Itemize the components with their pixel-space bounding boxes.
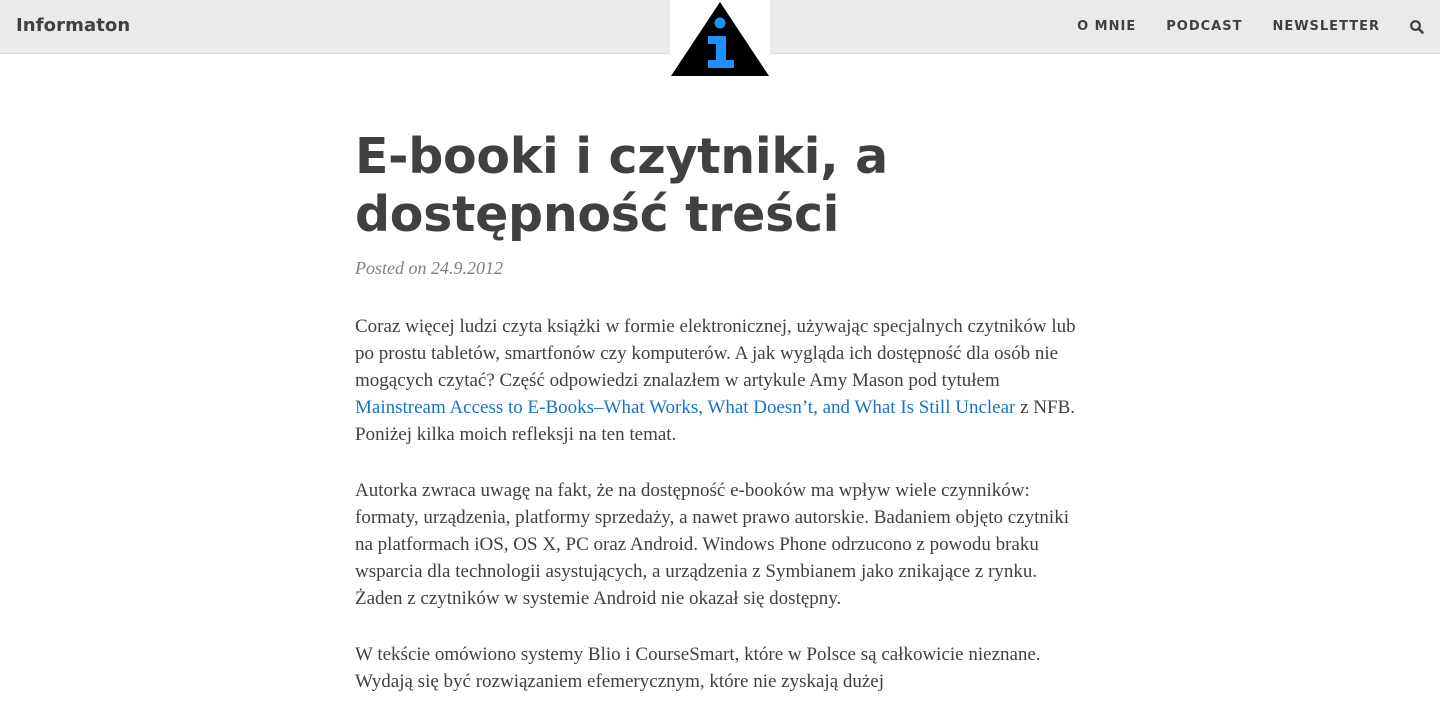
brand-link[interactable]: Informaton [16,15,130,36]
nav-links: O MNIE PODCAST NEWSLETTER [1047,19,1380,34]
nav-link-podcast[interactable]: PODCAST [1166,19,1242,34]
nav-link-o-mnie[interactable]: O MNIE [1077,19,1136,34]
nav-link-newsletter[interactable]: NEWSLETTER [1272,19,1380,34]
top-navbar: Informaton O MNIE PODCAST NEWSLETTER [0,0,1440,77]
post-body: Coraz więcej ludzi czyta książki w formi… [355,313,1085,695]
info-triangle-icon [671,2,769,76]
paragraph-1-text-a: Coraz więcej ludzi czyta książki w formi… [355,316,1076,391]
paragraph-3: W tekście omówiono systemy Blio i Course… [355,644,1041,692]
paragraph-2: Autorka zwraca uwagę na fakt, że na dost… [355,480,1069,609]
article-link[interactable]: Mainstream Access to E-Books–What Works,… [355,397,1015,418]
post-title: E-booki i czytniki, a dostępność treści [355,128,888,243]
search-icon[interactable] [1409,19,1425,35]
post-date: Posted on 24.9.2012 [355,258,503,278]
post-article: E-booki i czytniki, a dostępność treści … [355,128,1085,720]
paragraph-1: Coraz więcej ludzi czyta książki w formi… [355,313,1085,448]
site-logo[interactable] [670,0,770,77]
